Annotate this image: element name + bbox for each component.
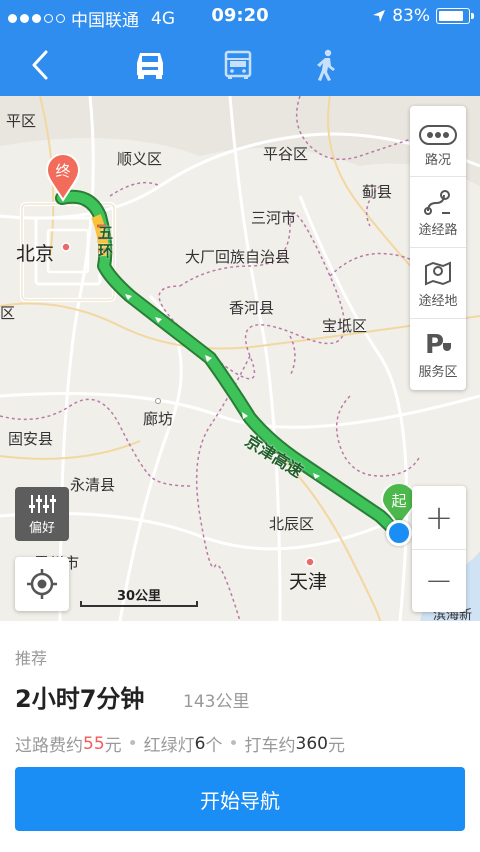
separator: • [127,733,138,754]
map-label: 廊坊 [143,410,174,428]
route-map[interactable]: 平区 顺义区 平谷区 蓟县 北京 三河市 大厂回族自治县 香河县 宝坻区 区 廊… [0,96,480,621]
map-label: 顺义区 [117,150,163,168]
map-label: 蓟县 [362,183,393,201]
zoom-in-button[interactable]: + [412,486,466,549]
via-road-button[interactable]: 途经路 [410,176,466,246]
parking-icon: P [425,330,451,357]
separator: • [228,733,239,754]
end-pin-label: 终 [55,162,71,180]
map-label: 北辰区 [269,515,315,533]
traffic-label: 路况 [424,153,451,168]
ring-road-label: 五环 [98,224,114,260]
map-label: 永清县 [70,476,116,494]
mode-car-tab[interactable] [130,46,170,84]
traffic-icon [419,125,457,145]
via-place-button[interactable]: 途经地 [410,247,466,317]
traffic-lights-label: 红绿灯 [143,736,195,756]
preference-label: 偏好 [28,520,55,536]
taxi-fare-value: 360 [295,733,328,754]
back-button[interactable] [26,48,56,82]
map-label: 宝坻区 [322,317,368,335]
map-label: 平区 [6,112,37,130]
service-area-button[interactable]: P 服务区 [410,318,466,388]
map-label: 香河县 [229,299,275,317]
battery-percent: 83% [392,6,430,26]
recommended-tag: 推荐 [15,649,48,668]
map-label: 大厂回族自治县 [185,248,291,266]
route-duration: 2小时7分钟 [15,685,145,713]
walk-icon [317,49,335,81]
toll-unit: 元 [104,736,122,756]
transport-mode-bar [0,34,480,96]
location-arrow-icon [373,10,386,22]
traffic-button[interactable]: 路况 [410,106,466,176]
current-location-dot [386,520,412,546]
service-area-label: 服务区 [418,365,458,380]
map-label-city: 北京 [16,243,55,265]
route-summary-panel: 推荐 2小时7分钟 143公里 过路费约 55 元 • 红绿灯 6 个 • 打车约 360… [0,621,480,852]
via-place-label: 途经地 [418,294,458,309]
preference-button[interactable]: 偏好 [15,487,69,541]
mode-walk-tab[interactable] [306,46,346,84]
via-road-label: 途经路 [418,223,458,238]
car-icon [137,53,163,79]
map-scale: 30公里 [80,585,198,611]
locate-button[interactable] [15,557,69,611]
chevron-left-icon [32,50,48,80]
via-road-icon [424,190,450,215]
battery-icon [436,8,474,24]
toll-label: 过路费约 [15,736,83,756]
map-marker-icon [425,261,451,286]
map-tools-panel: 路况 途经路 途经地 P 服务区 [410,106,466,390]
scale-bar [80,601,198,607]
start-navigation-button[interactable]: 开始导航 [15,767,465,831]
mode-bus-tab[interactable] [218,46,258,84]
crosshair-icon [27,569,57,599]
map-label-city: 天津 [289,571,328,593]
map-label: 区 [0,304,16,322]
map-label: 固安县 [8,430,54,448]
bus-icon [224,50,252,79]
zoom-out-button[interactable]: − [412,549,466,612]
toll-value: 55 [83,733,105,754]
map-label: 三河市 [251,209,297,227]
route-details: 过路费约 55 元 • 红绿灯 6 个 • 打车约 360 元 [15,731,345,757]
end-pin: 终 [45,153,81,206]
taxi-fare-label: 打车约 [244,736,296,756]
svg-text:P: P [425,330,444,357]
route-distance: 143公里 [183,692,250,712]
taxi-fare-unit: 元 [327,736,345,756]
status-bar: 中国联通 4G 09:20 83% [0,0,480,34]
traffic-lights-unit: 个 [205,736,223,756]
sliders-icon [29,494,56,513]
map-label: 平谷区 [263,145,309,163]
traffic-lights-value: 6 [194,733,206,754]
zoom-control: + − [412,486,466,612]
